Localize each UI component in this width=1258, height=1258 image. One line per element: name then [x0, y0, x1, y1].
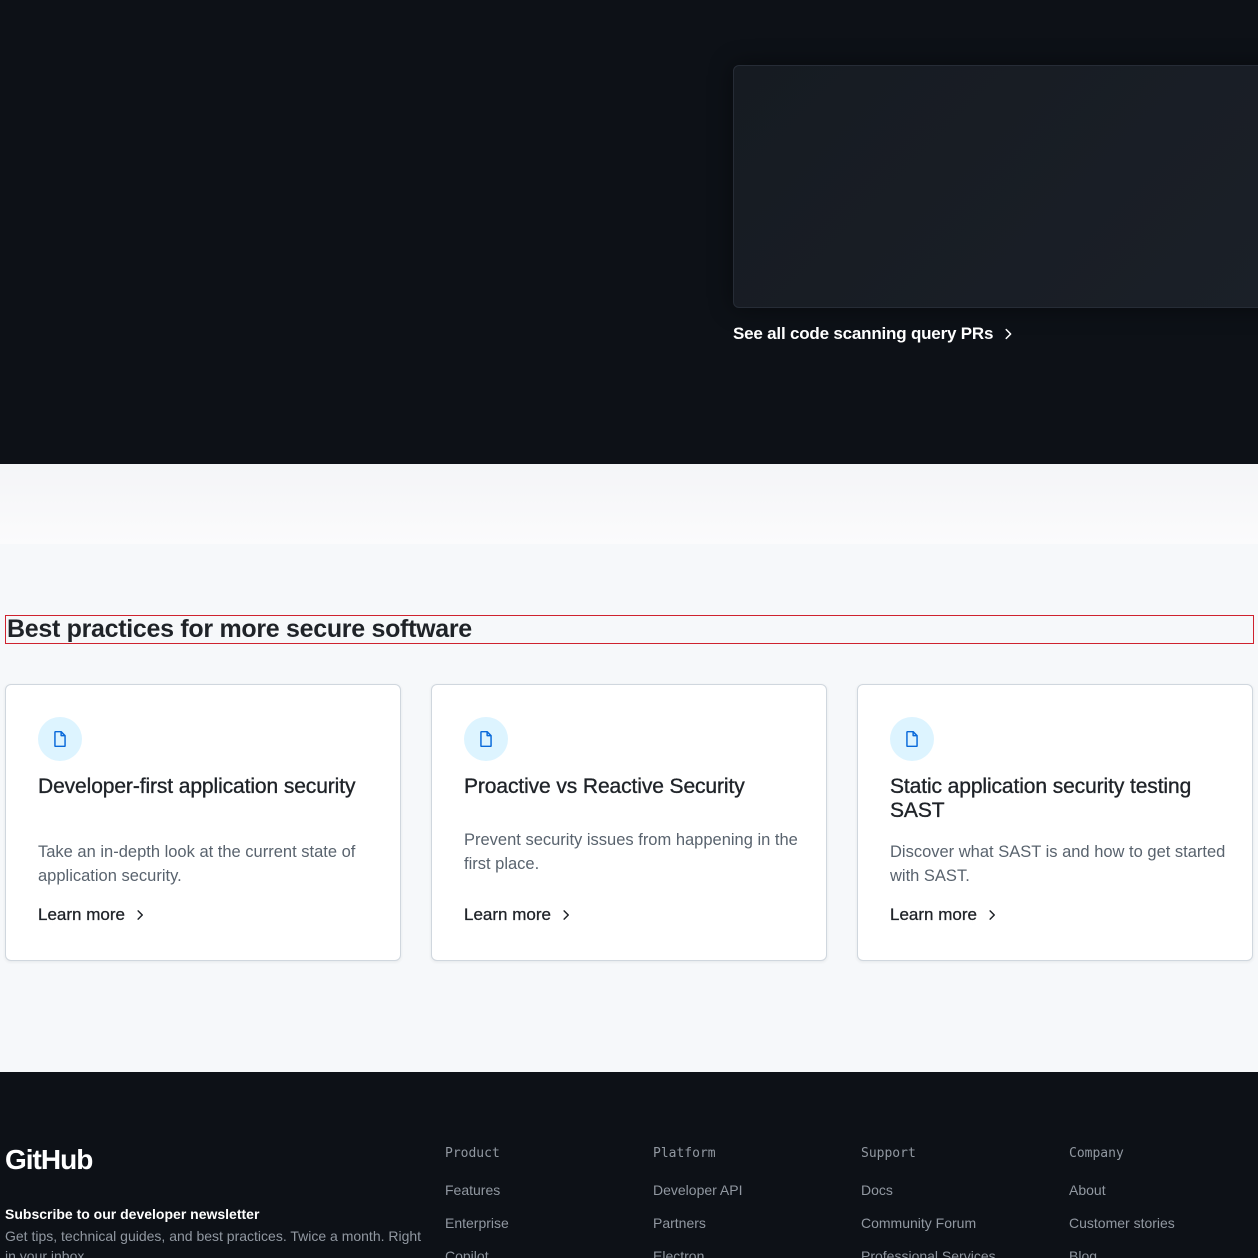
footer-link[interactable]: Developer API	[653, 1182, 743, 1215]
file-icon	[480, 730, 492, 748]
footer-column-company: Company About Customer stories Blog	[1069, 1146, 1175, 1258]
footer-link[interactable]: Features	[445, 1182, 509, 1215]
hero-section: See all code scanning query PRs	[0, 0, 1258, 464]
learn-more-link[interactable]: Learn more	[464, 905, 572, 925]
file-icon	[906, 730, 918, 748]
footer-column-support: Support Docs Community Forum Professiona…	[861, 1146, 996, 1258]
card-title: Developer-first application security	[38, 775, 356, 798]
footer-link[interactable]: Professional Services	[861, 1248, 996, 1258]
learn-more-label: Learn more	[890, 905, 977, 924]
card-sast: Static application security testing SAST…	[857, 684, 1253, 961]
footer-link[interactable]: Community Forum	[861, 1215, 996, 1248]
card-description: Take an in-depth look at the current sta…	[38, 843, 356, 885]
file-icon	[54, 730, 66, 748]
footer-column-product: Product Features Enterprise Copilot	[445, 1146, 509, 1258]
learn-more-label: Learn more	[38, 905, 125, 924]
card-title: Static application security testing SAST	[890, 775, 1192, 822]
footer-link[interactable]: Docs	[861, 1182, 996, 1215]
learn-more-label: Learn more	[464, 905, 551, 924]
card-icon-badge	[464, 717, 508, 761]
footer-link[interactable]: About	[1069, 1182, 1175, 1215]
newsletter-description: Get tips, technical guides, and best pra…	[5, 1228, 422, 1258]
footer-column-platform: Platform Developer API Partners Electron	[653, 1146, 743, 1258]
footer-link[interactable]: Partners	[653, 1215, 743, 1248]
footer-link[interactable]: Electron	[653, 1248, 743, 1258]
see-all-code-scanning-link[interactable]: See all code scanning query PRs	[733, 324, 1015, 344]
card-icon-badge	[890, 717, 934, 761]
card-proactive-vs-reactive: Proactive vs Reactive Security Prevent s…	[431, 684, 827, 961]
github-logo[interactable]: GitHub	[5, 1144, 93, 1176]
learn-more-link[interactable]: Learn more	[890, 905, 998, 925]
section-divider-band	[0, 464, 1258, 544]
chevron-right-icon	[563, 910, 569, 920]
hero-link-label: See all code scanning query PRs	[733, 324, 994, 343]
footer-column-heading: Support	[861, 1146, 916, 1161]
card-title: Proactive vs Reactive Security	[464, 775, 745, 798]
site-footer: GitHub Subscribe to our developer newsle…	[0, 1072, 1258, 1258]
card-description: Discover what SAST is and how to get sta…	[890, 843, 1226, 885]
code-preview-panel	[733, 65, 1258, 308]
learn-more-link[interactable]: Learn more	[38, 905, 146, 925]
footer-link[interactable]: Customer stories	[1069, 1215, 1175, 1248]
footer-link[interactable]: Blog	[1069, 1248, 1175, 1258]
chevron-right-icon	[1005, 328, 1012, 340]
footer-column-heading: Company	[1069, 1146, 1124, 1161]
footer-column-heading: Product	[445, 1146, 500, 1161]
footer-column-heading: Platform	[653, 1146, 716, 1161]
card-developer-first: Developer-first application security Tak…	[5, 684, 401, 961]
footer-link[interactable]: Enterprise	[445, 1215, 509, 1248]
card-description: Prevent security issues from happening i…	[464, 831, 798, 873]
newsletter-title: Subscribe to our developer newsletter	[5, 1206, 260, 1222]
best-practices-heading: Best practices for more secure software	[5, 615, 1254, 644]
chevron-right-icon	[989, 910, 995, 920]
card-icon-badge	[38, 717, 82, 761]
footer-link[interactable]: Copilot	[445, 1248, 509, 1258]
chevron-right-icon	[137, 910, 143, 920]
